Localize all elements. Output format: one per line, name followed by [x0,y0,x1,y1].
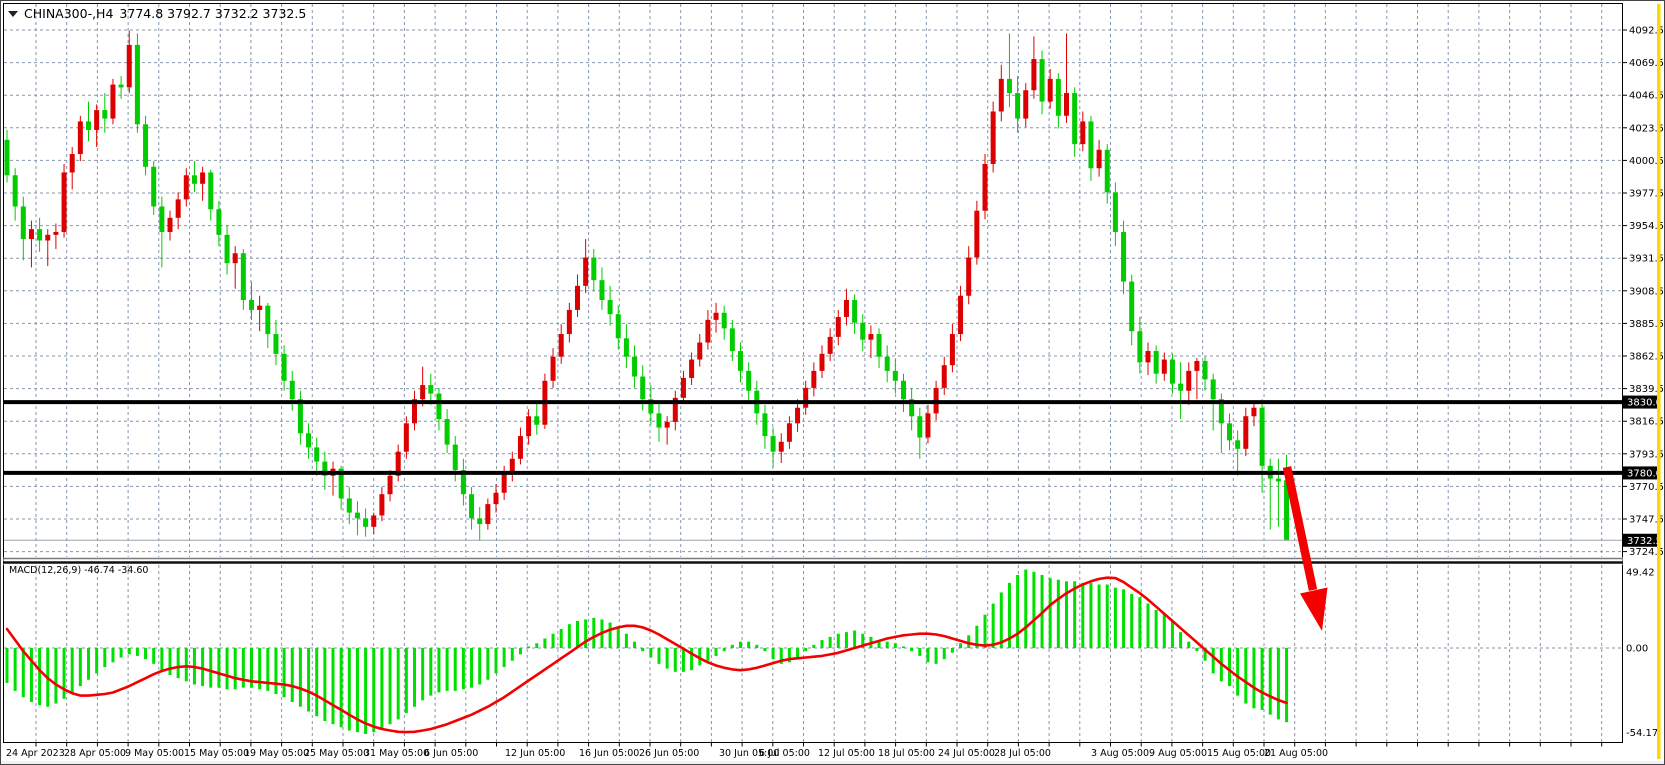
time-tick-label: 18 Jul 05:00 [878,748,935,759]
ohlc-readout: 3774.8 3792.7 3732.2 3732.5 [119,6,306,21]
time-tick-label: 3 Aug 05:00 [1091,748,1149,759]
time-tick-label: 6 Jul 05:00 [759,748,810,759]
time-tick-label: 6 Jun 05:00 [424,748,478,759]
time-tick-label: 25 May 05:00 [304,748,369,759]
level-price-badge-text: 3780.0 [1627,468,1662,479]
time-tick-label: 26 Jun 05:00 [639,748,699,759]
time-tick-label: 31 May 05:00 [364,748,429,759]
macd-scale-label: 0.00 [1626,644,1648,655]
macd-indicator-label: MACD(12,26,9) -46.74 -34.60 [9,565,148,576]
trading-chart-window: 4092.54069.54046.54023.54000.53977.53954… [0,0,1665,765]
time-tick-label: 15 Aug 05:00 [1207,748,1271,759]
time-tick-label: 12 Jul 05:00 [818,748,875,759]
time-tick-label: 15 May 05:00 [184,748,249,759]
time-axis[interactable]: 24 Apr 202328 Apr 05:009 May 05:0015 May… [6,743,1602,759]
macd-scale-label: 49.42 [1626,568,1655,579]
time-tick-label: 16 Jun 05:00 [579,748,639,759]
time-tick-label: 9 Aug 05:00 [1149,748,1207,759]
time-tick-label: 28 Apr 05:00 [64,748,126,759]
bottom-strip [1,761,1665,765]
time-tick-label: 24 Jul 05:00 [938,748,995,759]
time-tick-label: 12 Jun 05:00 [505,748,565,759]
level-price-badge-text: 3830.0 [1627,398,1662,409]
time-tick-label: 24 Apr 2023 [6,748,65,759]
chart-canvas[interactable]: 4092.54069.54046.54023.54000.53977.53954… [1,1,1665,765]
last-price-badge-text: 3732.5 [1627,536,1662,547]
time-tick-label: 9 May 05:00 [125,748,184,759]
macd-scale-label: -54.17 [1626,728,1658,739]
symbol-timeframe-label: CHINA300-,H4 [24,6,113,21]
chart-title-bar: CHINA300-,H4 3774.8 3792.7 3732.2 3732.5 [8,6,306,21]
symbol-dropdown-icon[interactable] [8,11,18,17]
time-tick-label: 21 Aug 05:00 [1264,748,1328,759]
time-tick-label: 19 May 05:00 [244,748,309,759]
scroll-position-marker[interactable] [1657,4,1661,759]
time-tick-label: 28 Jul 05:00 [994,748,1051,759]
